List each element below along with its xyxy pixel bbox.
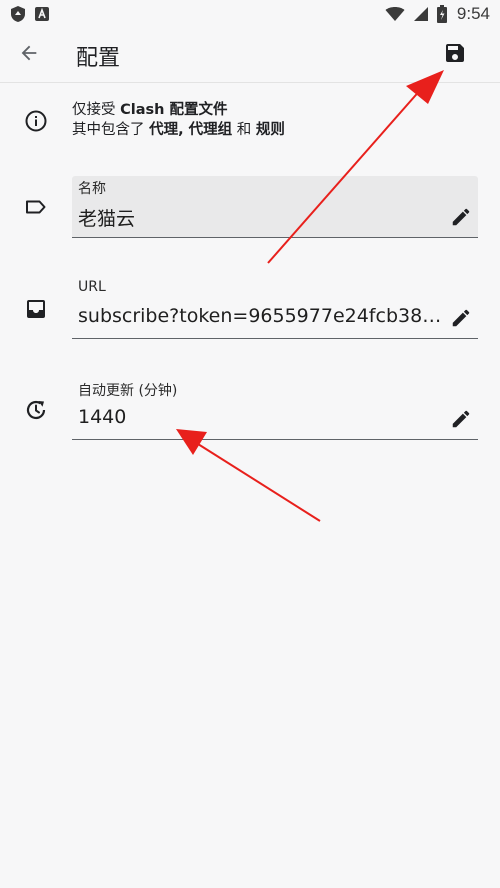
save-icon: [443, 41, 467, 69]
inbox-icon: [24, 297, 48, 321]
pencil-icon: [452, 410, 470, 428]
back-button[interactable]: [14, 40, 44, 70]
info-line-2-mid: 和: [232, 122, 256, 138]
info-row: 仅接受 Clash 配置文件 其中包含了 代理, 代理组 和 规则: [0, 96, 500, 146]
name-edit-button[interactable]: [450, 206, 472, 228]
info-icon: [24, 109, 48, 133]
app-a-icon: [34, 6, 50, 22]
interval-field[interactable]: 自动更新 (分钟) 1440: [72, 378, 478, 440]
page-title: 配置: [76, 46, 121, 71]
url-edit-button[interactable]: [450, 307, 472, 329]
toolbar: 配置: [0, 28, 500, 82]
name-field[interactable]: 名称 老猫云: [72, 176, 478, 238]
toolbar-divider: [0, 82, 500, 83]
info-line-1: 仅接受 Clash 配置文件: [72, 100, 285, 120]
battery-icon: [436, 5, 447, 23]
info-line-2: 其中包含了 代理, 代理组 和 规则: [72, 120, 285, 140]
label-tag-icon: [24, 195, 48, 219]
interval-edit-button[interactable]: [450, 408, 472, 430]
url-field-value[interactable]: subscribe?token=9655977e24fcb387…: [78, 305, 444, 327]
pencil-icon: [452, 208, 470, 226]
status-left: [10, 5, 50, 23]
status-right: 9:54: [385, 4, 490, 24]
signal-icon: [413, 6, 429, 22]
info-line-2-bold-2: 规则: [255, 122, 285, 138]
wifi-icon: [385, 6, 405, 22]
info-line-2-prefix: 其中包含了: [72, 122, 150, 138]
arrow-back-icon: [18, 42, 40, 68]
status-bar: 9:54: [0, 0, 500, 28]
pencil-icon: [452, 309, 470, 327]
url-row: URL subscribe?token=9655977e24fcb387…: [0, 277, 500, 341]
interval-field-value[interactable]: 1440: [78, 406, 444, 428]
arrow-to-interval-value: [176, 429, 321, 522]
url-field[interactable]: URL subscribe?token=9655977e24fcb387…: [72, 277, 478, 339]
info-text: 仅接受 Clash 配置文件 其中包含了 代理, 代理组 和 规则: [72, 100, 285, 140]
info-line-1-bold: Clash 配置文件: [120, 102, 228, 118]
name-field-value[interactable]: 老猫云: [78, 204, 444, 231]
interval-row: 自动更新 (分钟) 1440: [0, 378, 500, 442]
update-clock-icon: [24, 398, 48, 422]
name-field-label: 名称: [78, 181, 106, 197]
name-row: 名称 老猫云: [0, 176, 500, 240]
info-line-1-prefix: 仅接受: [72, 102, 121, 118]
clock-time: 9:54: [456, 4, 490, 23]
info-line-2-bold-1: 代理, 代理组: [149, 122, 233, 138]
url-field-label: URL: [78, 279, 106, 295]
save-button[interactable]: [440, 40, 470, 70]
shield-icon: [10, 5, 26, 23]
interval-field-label: 自动更新 (分钟): [78, 383, 178, 399]
